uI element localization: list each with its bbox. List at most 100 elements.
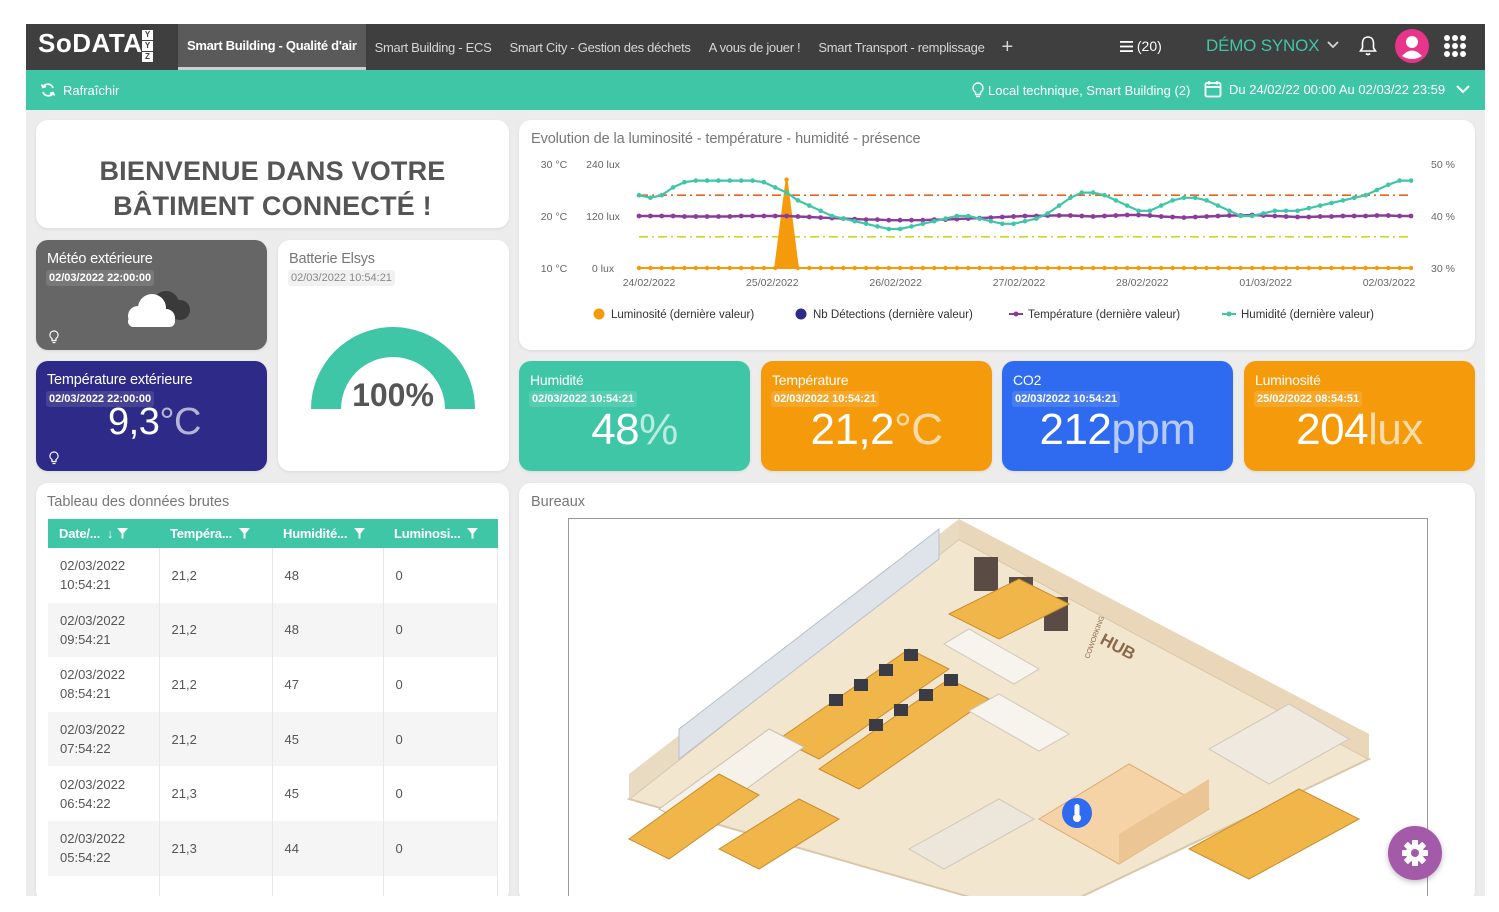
humidity-point[interactable] <box>1022 218 1028 224</box>
temperature-point[interactable] <box>1102 213 1107 219</box>
temperature-point[interactable] <box>897 217 903 223</box>
temperature-point[interactable] <box>738 213 744 219</box>
luminosity-point[interactable] <box>1397 265 1402 271</box>
humidity-point[interactable] <box>988 218 994 224</box>
humidity-point[interactable] <box>693 178 699 183</box>
humidity-point[interactable] <box>1204 198 1209 203</box>
luminosity-point[interactable] <box>1238 265 1243 271</box>
temperature-point[interactable] <box>716 214 721 219</box>
temperature-point[interactable] <box>1408 213 1414 219</box>
luminosity-point[interactable] <box>795 265 801 271</box>
temperature-point[interactable] <box>1090 214 1096 219</box>
legend-entry[interactable]: Température (dernière valeur) <box>1028 309 1180 321</box>
location-filter[interactable]: Local technique, Smart Building (2) <box>972 82 1190 98</box>
luminosity-point[interactable] <box>1249 265 1255 271</box>
luminosity-point[interactable] <box>1022 265 1028 271</box>
luminosity-point[interactable] <box>1408 265 1414 271</box>
legend-entry[interactable]: Humidité (dernière valeur) <box>1241 309 1374 321</box>
humidity-point[interactable] <box>852 218 857 224</box>
humidity-point[interactable] <box>784 190 789 195</box>
luminosity-point[interactable] <box>943 265 948 271</box>
humidity-point[interactable] <box>1113 198 1119 203</box>
humidity-point[interactable] <box>909 224 914 229</box>
humidity-point[interactable] <box>841 216 846 221</box>
humidity-point[interactable] <box>1351 195 1357 201</box>
humidity-point[interactable] <box>1272 208 1278 214</box>
humidity-point[interactable] <box>1340 198 1346 203</box>
humidity-point[interactable] <box>1363 192 1368 198</box>
humidity-point[interactable] <box>1158 203 1164 208</box>
table-row[interactable]: 02/03/2022 07:54:22 21,2 45 0 <box>48 711 498 767</box>
temperature-point[interactable] <box>1272 213 1278 219</box>
humidity-point[interactable] <box>818 208 823 214</box>
luminosity-point[interactable] <box>784 177 789 182</box>
dashboard-list-button[interactable]: (20) <box>1120 38 1162 54</box>
humidity-point[interactable] <box>943 216 948 221</box>
luminosity-point[interactable] <box>1125 265 1130 271</box>
luminosity-point[interactable] <box>693 265 698 271</box>
luminosity-point[interactable] <box>1204 265 1209 271</box>
humidity-point[interactable] <box>1000 221 1005 227</box>
column-header-humidity[interactable]: Humidité... <box>272 519 383 548</box>
temperature-point[interactable] <box>1068 213 1073 218</box>
humidity-point[interactable] <box>1124 203 1130 208</box>
legend-entry[interactable]: Nb Détections (dernière valeur) <box>813 309 973 321</box>
weather-card[interactable]: Météo extérieure 02/03/2022 22:00:00 <box>36 240 267 350</box>
humidity-point[interactable] <box>897 226 903 232</box>
temperature-point[interactable] <box>750 213 755 219</box>
temperature-point[interactable] <box>1113 213 1119 218</box>
luminosity-point[interactable] <box>1329 265 1334 271</box>
battery-card[interactable]: Batterie Elsys 02/03/2022 10:54:21 100% <box>278 240 509 471</box>
temperature-point[interactable] <box>999 214 1005 220</box>
filter-icon[interactable] <box>238 528 250 539</box>
luminosity-point[interactable] <box>1170 265 1175 271</box>
humidity-point[interactable] <box>636 192 642 198</box>
humidity-point[interactable] <box>1011 221 1016 227</box>
luminosity-point[interactable] <box>716 265 721 271</box>
luminosity-point[interactable] <box>1090 265 1096 271</box>
humidity-point[interactable] <box>1261 211 1266 216</box>
humidity-point[interactable] <box>750 178 755 183</box>
luminosity-point[interactable] <box>1181 265 1187 271</box>
humidity-point[interactable] <box>648 195 653 201</box>
temperature-point[interactable] <box>1192 214 1198 220</box>
user-menu[interactable]: DÉMO SYNOX <box>1206 36 1339 56</box>
luminosity-point[interactable] <box>1056 265 1062 271</box>
humidity-point[interactable] <box>1295 208 1300 214</box>
luminosity-point[interactable] <box>852 265 857 271</box>
luminosity-point[interactable] <box>1295 265 1300 271</box>
humidity-point[interactable] <box>1238 213 1243 219</box>
temperature-point[interactable] <box>1215 213 1221 219</box>
luminosity-point[interactable] <box>807 265 812 271</box>
chevron-down-icon[interactable] <box>1456 84 1470 94</box>
luminosity-point[interactable] <box>1352 265 1357 271</box>
outdoor-temperature-card[interactable]: Température extérieure 02/03/2022 22:00:… <box>36 361 267 471</box>
temperature-point[interactable] <box>1295 214 1300 220</box>
luminosity-point[interactable] <box>1386 265 1391 271</box>
humidity-point[interactable] <box>682 179 687 185</box>
luminosity-point[interactable] <box>875 265 880 271</box>
humidity-point[interactable] <box>727 178 733 183</box>
temperature-point[interactable] <box>659 213 665 219</box>
luminosity-point[interactable] <box>920 265 925 271</box>
tab-smart-building-ecs[interactable]: Smart Building - ECS <box>366 24 501 70</box>
luminosity-point[interactable] <box>988 265 994 271</box>
line-chart[interactable]: 30 °C 20 °C 10 °C 240 lux 120 lux 0 lux 50 % 40… <box>519 120 1475 350</box>
humidity-point[interactable] <box>1306 205 1312 211</box>
luminosity-kpi-card[interactable]: Luminosité 25/02/2022 08:54:51 204lux <box>1244 361 1475 471</box>
temperature-point[interactable] <box>636 213 642 219</box>
humidity-point[interactable] <box>1056 203 1062 208</box>
luminosity-point[interactable] <box>670 265 676 271</box>
luminosity-point[interactable] <box>1272 265 1277 271</box>
column-header-luminosity[interactable]: Luminosi... <box>383 519 498 548</box>
temperature-point[interactable] <box>1340 213 1346 219</box>
luminosity-point[interactable] <box>1000 265 1005 271</box>
table-row[interactable]: 02/03/2022 05:54:22 21,3 44 0 <box>48 820 498 876</box>
add-tab-button[interactable]: + <box>994 24 1022 70</box>
humidity-point[interactable] <box>1181 195 1187 201</box>
date-range-filter[interactable]: Du 24/02/22 00:00 Au 02/03/22 23:59 <box>1204 80 1445 98</box>
temperature-point[interactable] <box>784 213 789 219</box>
refresh-button[interactable]: Rafraîchir <box>40 82 119 98</box>
temperature-point[interactable] <box>648 213 653 219</box>
temperature-point[interactable] <box>727 214 733 219</box>
